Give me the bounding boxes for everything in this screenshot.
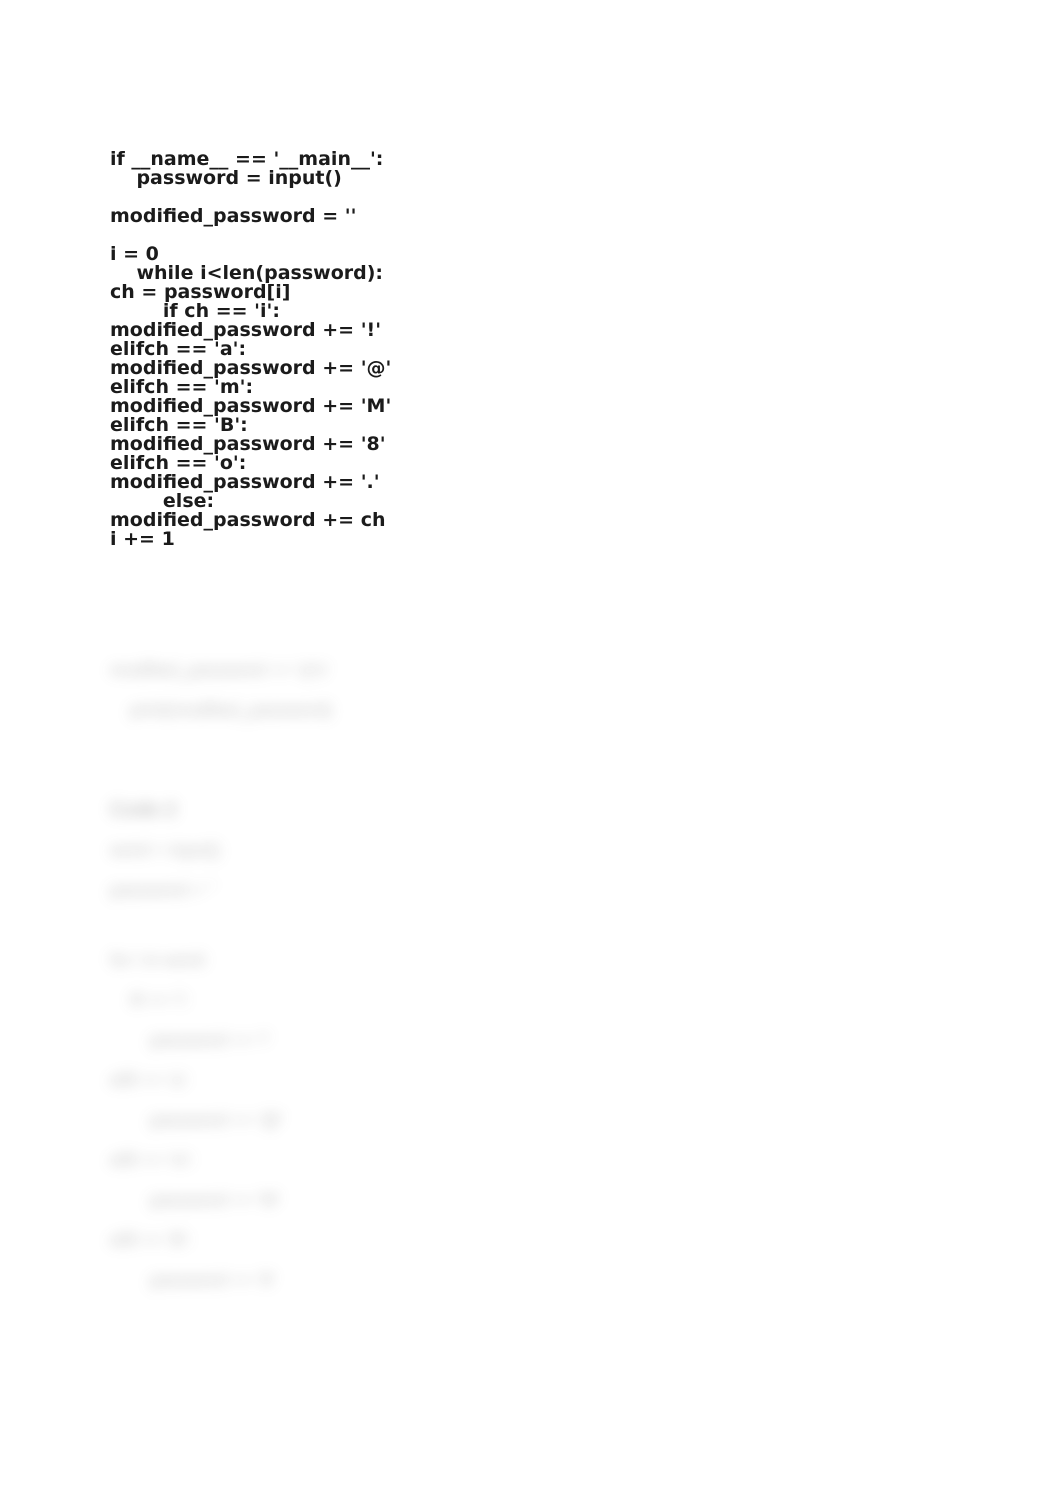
code-line: i += 1	[110, 530, 952, 549]
blurred-spacer	[110, 739, 952, 769]
blurred-line: password += 'M'	[110, 1189, 952, 1211]
blurred-line: password = ''	[110, 879, 952, 901]
blank-line	[110, 226, 952, 245]
blurred-spacer	[110, 769, 952, 799]
blurred-line: elifi == 'B':	[110, 1229, 952, 1251]
blurred-line: password += '8'	[110, 1269, 952, 1291]
blurred-line: for i in word:	[110, 949, 952, 971]
blurred-header: Code 2	[110, 799, 952, 821]
blurred-line: ifi == 'i':	[110, 989, 952, 1011]
blurred-line: elifi == 'a':	[110, 1069, 952, 1091]
blurred-line: elifi == 'm':	[110, 1149, 952, 1171]
code-line: modified_password += '.'	[110, 473, 952, 492]
blurred-line: password += '!'	[110, 1029, 952, 1051]
blurred-line: modified_password += 'q*s'	[110, 659, 952, 681]
blurred-preview: modified_password += 'q*s' print(modifie…	[110, 659, 952, 1291]
code-block-1: if __name__ == '__main__': password = in…	[110, 150, 952, 549]
blurred-line: print(modified_password)	[110, 699, 952, 721]
blurred-line: word = input()	[110, 839, 952, 861]
blurred-spacer	[110, 919, 952, 949]
code-line: password = input()	[110, 169, 952, 188]
code-line: modified_password = ''	[110, 207, 952, 226]
document-page: if __name__ == '__main__': password = in…	[0, 0, 1062, 1369]
code-line: modified_password += ch	[110, 511, 952, 530]
blurred-line: password += '@'	[110, 1109, 952, 1131]
